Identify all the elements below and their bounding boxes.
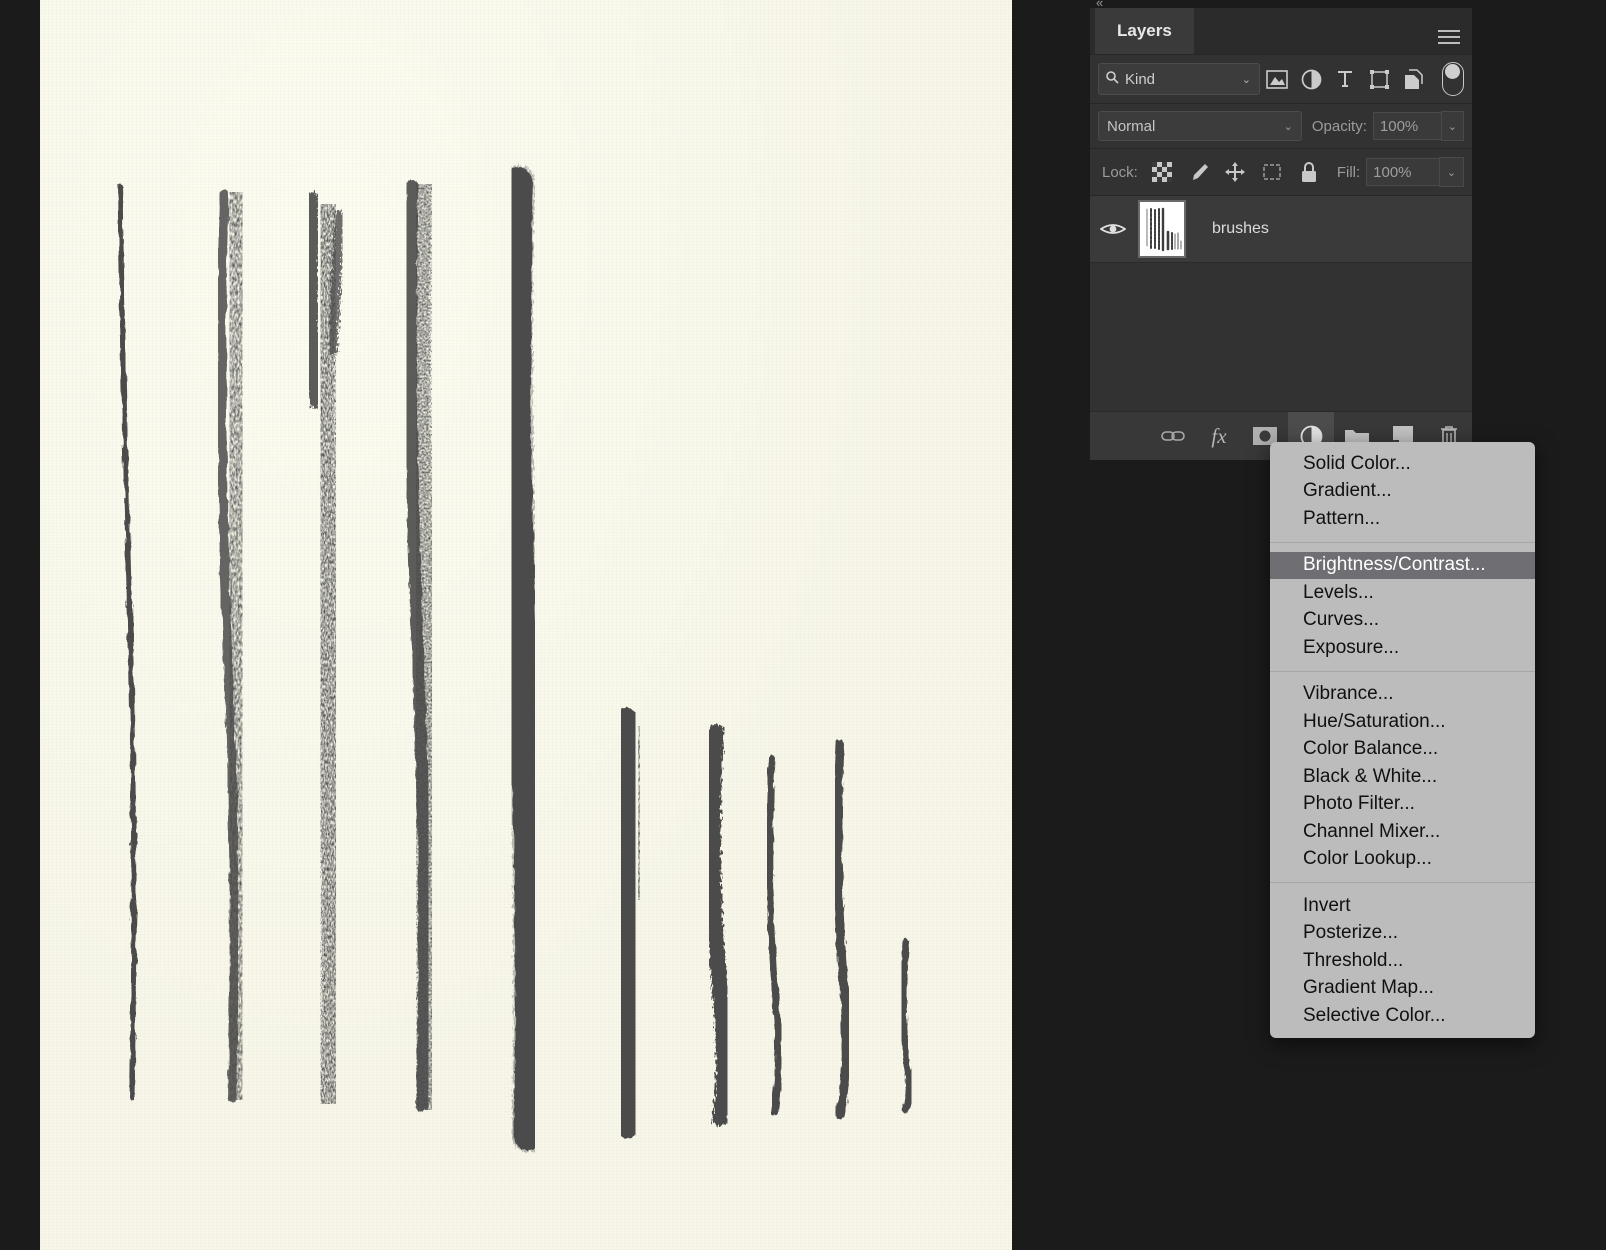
menu-item[interactable]: Exposure...	[1270, 634, 1535, 662]
tab-layers-label: Layers	[1117, 21, 1172, 40]
menu-item[interactable]: Posterize...	[1270, 920, 1535, 948]
menu-separator	[1270, 882, 1535, 883]
hamburger-icon[interactable]	[1438, 30, 1460, 44]
lock-row: Lock: Fill: 100% ⌄	[1090, 148, 1472, 195]
document-canvas[interactable]	[40, 0, 1012, 1250]
layer-name-label: brushes	[1212, 220, 1269, 237]
layer-list[interactable]: brushes	[1090, 195, 1472, 370]
brush-strokes-thumbnail[interactable]	[1138, 200, 1186, 258]
eye-icon[interactable]	[1090, 221, 1136, 237]
shape-layer-filter-icon[interactable]	[1362, 64, 1396, 94]
menu-item[interactable]: Black & White...	[1270, 763, 1535, 791]
lock-label: Lock:	[1102, 163, 1138, 181]
menu-item[interactable]: Channel Mixer...	[1270, 818, 1535, 846]
filter-kind-select[interactable]: Kind ⌄	[1098, 63, 1260, 95]
menu-item[interactable]: Gradient Map...	[1270, 975, 1535, 1003]
menu-item[interactable]: Hue/Saturation...	[1270, 708, 1535, 736]
type-layer-filter-icon[interactable]	[1328, 64, 1362, 94]
lock-image-pixels-icon[interactable]	[1180, 157, 1217, 187]
opacity-label: Opacity:	[1311, 117, 1367, 135]
blend-mode-row: Normal ⌄ Opacity: 100% ⌄	[1090, 103, 1472, 148]
menu-item[interactable]: Pattern...	[1270, 505, 1535, 533]
fill-value: 100%	[1373, 163, 1412, 181]
lock-position-icon[interactable]	[1217, 157, 1254, 187]
filter-enable-toggle[interactable]	[1442, 62, 1464, 96]
opacity-value: 100%	[1379, 117, 1419, 135]
menu-item[interactable]: Vibrance...	[1270, 681, 1535, 709]
layer-style-button[interactable]: fx	[1196, 412, 1242, 460]
menu-item[interactable]: Levels...	[1270, 579, 1535, 607]
search-icon	[1105, 70, 1119, 88]
menu-item[interactable]: Threshold...	[1270, 947, 1535, 975]
lock-transparent-pixels-icon[interactable]	[1144, 157, 1181, 187]
opacity-stepper[interactable]: ⌄	[1440, 111, 1464, 141]
chevron-down-icon: ⌄	[1446, 166, 1457, 179]
menu-item[interactable]: Solid Color...	[1270, 450, 1535, 478]
menu-separator	[1270, 541, 1535, 543]
panel-collapse-icon[interactable]: «	[1096, 0, 1103, 9]
brush-strokes-artwork	[117, 165, 914, 1152]
menu-item[interactable]: Brightness/Contrast...	[1270, 551, 1535, 579]
menu-item[interactable]: Invert	[1270, 892, 1535, 920]
lock-all-icon[interactable]	[1290, 157, 1327, 187]
lock-artboard-nesting-icon[interactable]	[1254, 157, 1291, 187]
new-adjustment-layer-menu[interactable]: Solid Color... Gradient... Pattern... Brigh…	[1270, 442, 1535, 1038]
blend-mode-value: Normal	[1107, 117, 1156, 135]
chevron-down-icon: ⌄	[1283, 120, 1293, 133]
menu-item[interactable]: Color Balance...	[1270, 736, 1535, 764]
layers-panel: Layers Kind ⌄ Normal ⌄ Opacity: 100% ⌄ L…	[1090, 8, 1472, 460]
fx-icon: fx	[1211, 423, 1227, 448]
chevron-down-icon: ⌄	[1241, 73, 1251, 86]
pixel-layer-filter-icon[interactable]	[1260, 64, 1294, 94]
panel-tab-strip: Layers	[1090, 8, 1472, 54]
menu-item[interactable]: Selective Color...	[1270, 1002, 1535, 1030]
menu-item[interactable]: Curves...	[1270, 607, 1535, 635]
menu-item[interactable]: Gradient...	[1270, 478, 1535, 506]
filter-kind-label: Kind	[1125, 70, 1156, 88]
table-row[interactable]: brushes	[1090, 196, 1472, 263]
smart-object-filter-icon[interactable]	[1396, 64, 1430, 94]
adjustment-layer-filter-icon[interactable]	[1294, 64, 1328, 94]
blend-mode-select[interactable]: Normal ⌄	[1098, 111, 1302, 141]
fill-input[interactable]: 100%	[1366, 158, 1439, 186]
chevron-down-icon: ⌄	[1447, 120, 1457, 133]
layer-filter-row: Kind ⌄	[1090, 54, 1472, 103]
tab-layers[interactable]: Layers	[1095, 8, 1194, 54]
fill-stepper[interactable]: ⌄	[1438, 157, 1464, 187]
opacity-input[interactable]: 100%	[1372, 112, 1441, 140]
menu-separator	[1270, 670, 1535, 672]
menu-item[interactable]: Photo Filter...	[1270, 791, 1535, 819]
menu-item[interactable]: Color Lookup...	[1270, 846, 1535, 874]
photoshop-window: « Layers Kind ⌄ Normal ⌄ Opacity: 100% ⌄…	[0, 0, 1606, 1250]
fill-label: Fill:	[1336, 163, 1361, 181]
link-layers-button[interactable]	[1150, 412, 1196, 460]
